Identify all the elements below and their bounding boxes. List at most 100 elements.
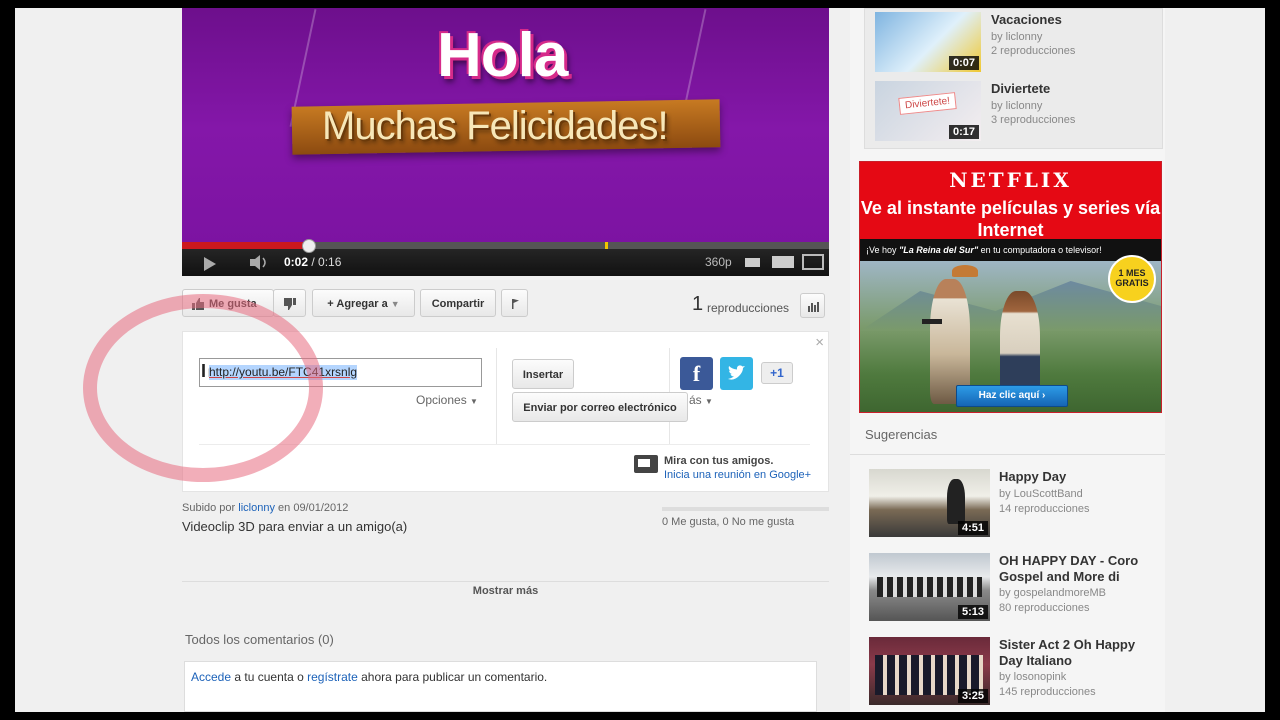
twitter-icon[interactable]: [720, 357, 753, 390]
duration-badge: 3:25: [957, 689, 988, 703]
upload-info: Subido por liclonny en 09/01/2012: [182, 502, 348, 514]
thumbnail-caption: Diviertete!: [898, 92, 957, 115]
comment-text-end: ahora para publicar un comentario.: [357, 670, 548, 684]
flag-icon: [510, 299, 520, 321]
share-button[interactable]: Compartir: [420, 289, 496, 317]
hangout-icon: [634, 455, 658, 473]
uploader-link[interactable]: liclonny: [238, 502, 275, 514]
video-thumbnail[interactable]: 4:51: [869, 469, 990, 537]
show-more-button[interactable]: Mostrar más: [182, 585, 829, 597]
related-video-item[interactable]: Diviertete! 0:17 Diviertete by liclonny …: [875, 81, 1155, 143]
register-link[interactable]: regístrate: [307, 670, 358, 684]
email-share-button[interactable]: Enviar por correo electrónico: [512, 392, 688, 422]
dislike-button[interactable]: [273, 289, 306, 317]
video-title[interactable]: OH HAPPY DAY - Coro Gospel and More di: [999, 553, 1159, 585]
video-thumbnail[interactable]: Diviertete! 0:17: [875, 81, 981, 141]
hangout-icon-screen: [638, 459, 650, 467]
more-dropdown[interactable]: ás ▼: [689, 393, 713, 407]
plus-icon: +: [327, 298, 334, 310]
ad-strip: ¡Ve hoy "La Reina del Sur" en tu computa…: [860, 239, 1161, 261]
more-label: ás: [689, 393, 702, 407]
video-author: by LouScottBand: [999, 488, 1083, 500]
video-title[interactable]: Sister Act 2 Oh Happy Day Italiano: [999, 637, 1159, 669]
close-icon[interactable]: ×: [815, 334, 824, 351]
google-plus-one-button[interactable]: +1: [761, 362, 793, 384]
suggestion-item[interactable]: 3:25 Sister Act 2 Oh Happy Day Italiano …: [869, 637, 1159, 707]
chevron-down-icon: ▼: [470, 397, 478, 406]
quality-selector[interactable]: 360p: [705, 249, 732, 276]
fullscreen-button[interactable]: [802, 254, 824, 270]
volume-icon[interactable]: [248, 249, 270, 276]
options-dropdown[interactable]: Opciones ▼: [416, 393, 478, 407]
comments-heading: Todos los comentarios (0): [185, 632, 334, 647]
embed-button[interactable]: Insertar: [512, 359, 574, 389]
hangout-link[interactable]: Inicia una reunión en Google+: [664, 469, 811, 481]
suggestions-heading: Sugerencias: [865, 427, 938, 442]
duration-badge: 0:07: [948, 56, 979, 70]
video-views: 145 reproducciones: [999, 686, 1096, 698]
ad-headline: Ve al instante películas y series vía In…: [860, 198, 1161, 240]
duration-badge: 5:13: [957, 605, 988, 619]
netflix-logo: NETFLIX: [949, 168, 1072, 192]
play-icon[interactable]: [204, 257, 216, 271]
divider: [182, 581, 829, 582]
video-title[interactable]: Vacaciones: [991, 12, 1161, 28]
views-label: reproducciones: [707, 301, 790, 315]
video-author: by losonopink: [999, 671, 1067, 683]
duration-badge: 4:51: [957, 521, 988, 535]
video-thumbnail[interactable]: 5:13: [869, 553, 990, 621]
suggestion-item[interactable]: 4:51 Happy Day by LouScottBand 14 reprod…: [869, 469, 1159, 539]
ad-strip-title: "La Reina del Sur": [899, 245, 979, 255]
large-player-button[interactable]: [772, 256, 794, 268]
related-videos-panel: 0:07 Vacaciones by liclonny 2 reproducci…: [864, 8, 1163, 149]
hangout-title: Mira con tus amigos.: [664, 455, 774, 467]
video-title[interactable]: Happy Day: [999, 469, 1159, 485]
ad-hat: [952, 265, 978, 277]
ad-strip-prefix: ¡Ve hoy: [866, 245, 900, 255]
add-to-label: Agregar a: [336, 298, 388, 310]
ad-gun: [922, 319, 942, 324]
add-to-button[interactable]: + Agregar a ▼: [312, 289, 415, 317]
video-thumbnail[interactable]: 3:25: [869, 637, 990, 705]
sidebar: 0:07 Vacaciones by liclonny 2 reproducci…: [850, 8, 1165, 712]
ad-cta-button[interactable]: Haz clic aquí ›: [956, 385, 1068, 407]
facebook-icon[interactable]: f: [680, 357, 713, 390]
gplus-label: +1: [770, 366, 784, 380]
chevron-down-icon: ▼: [390, 299, 400, 309]
player-controls: 0:02 / 0:16 360p: [182, 239, 829, 276]
text-cursor-icon: I: [201, 361, 207, 381]
embed-label: Insertar: [522, 369, 564, 381]
progress-fill: [182, 242, 309, 249]
thumbnail-figure: [947, 479, 965, 524]
progress-marker: [605, 242, 608, 249]
stats-button[interactable]: [800, 293, 825, 318]
login-link[interactable]: Accede: [191, 670, 231, 684]
suggestion-item[interactable]: 5:13 OH HAPPY DAY - Coro Gospel and More…: [869, 553, 1159, 623]
related-video-item[interactable]: 0:07 Vacaciones by liclonny 2 reproducci…: [875, 12, 1155, 74]
time-display: 0:02 / 0:16: [284, 249, 341, 276]
page: Hola Muchas Felicidades! 0:02 / 0:16 360…: [15, 8, 1265, 712]
video-player[interactable]: Hola Muchas Felicidades! 0:02 / 0:16 360…: [182, 8, 829, 276]
video-views: 2 reproducciones: [991, 45, 1076, 57]
video-author: by liclonny: [991, 31, 1043, 43]
options-label: Opciones: [416, 393, 467, 407]
chevron-down-icon: ▼: [705, 397, 713, 406]
video-subtitle-overlay: Muchas Felicidades!: [322, 104, 669, 148]
video-title[interactable]: Diviertete: [991, 81, 1161, 97]
video-views: 80 reproducciones: [999, 602, 1090, 614]
small-player-button[interactable]: [745, 258, 760, 267]
flag-button[interactable]: [501, 289, 528, 317]
video-views: 14 reproducciones: [999, 503, 1090, 515]
thumbnail-choir: [877, 577, 982, 597]
progress-bar[interactable]: [182, 239, 829, 253]
divider: [496, 348, 497, 444]
duration-badge: 0:17: [948, 125, 979, 139]
email-share-label: Enviar por correo electrónico: [523, 402, 677, 414]
time-current: 0:02: [284, 255, 309, 269]
comment-prompt: Accede a tu cuenta o regístrate ahora pa…: [184, 661, 817, 712]
netflix-ad[interactable]: NETFLIX Ve al instante películas y serie…: [859, 161, 1162, 413]
divider: [850, 454, 1165, 455]
views-count: 1: [692, 293, 704, 315]
uploaded-prefix: Subido por: [182, 502, 236, 514]
video-thumbnail[interactable]: 0:07: [875, 12, 981, 72]
